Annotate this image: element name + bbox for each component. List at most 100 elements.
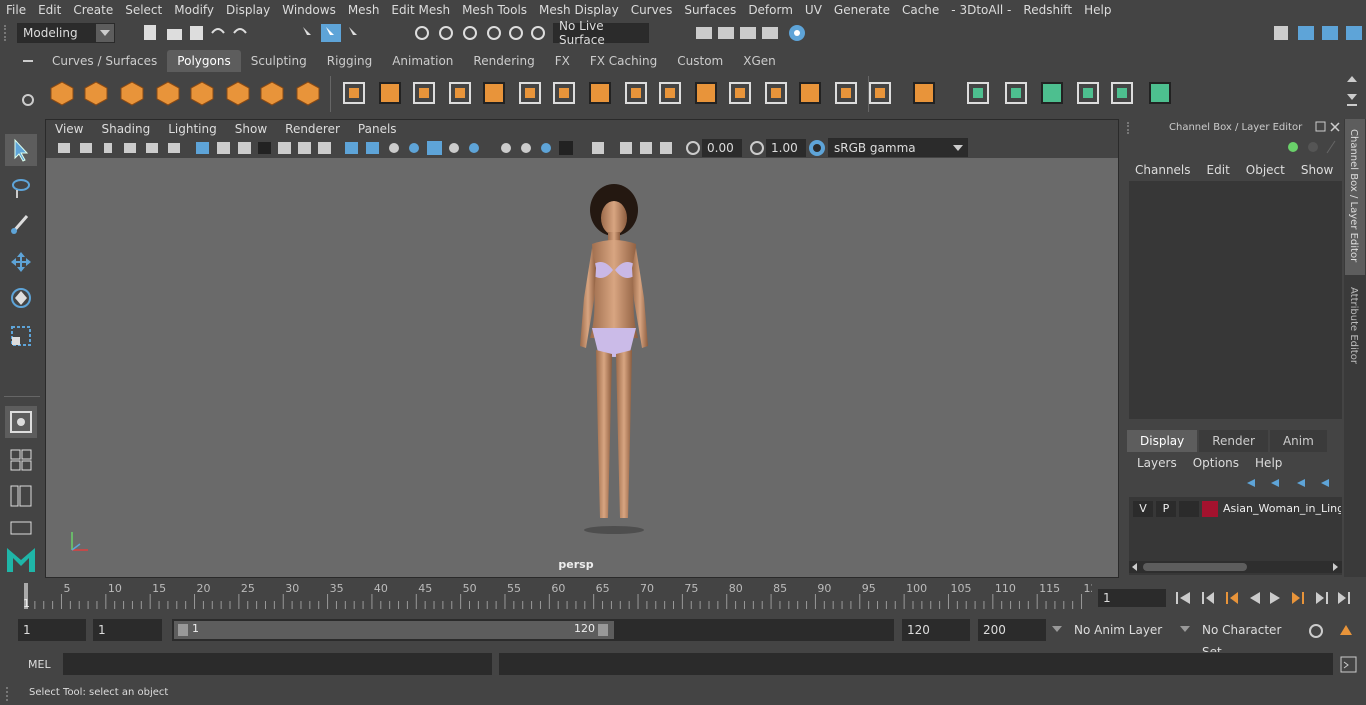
menu-modify[interactable]: Modify [168,3,220,17]
insert-edge-loop-icon[interactable] [550,79,578,107]
viewport-menu-view[interactable]: View [46,122,92,136]
channel-menu-show[interactable]: Show [1293,161,1341,179]
lasso-tool-button[interactable] [5,172,37,204]
menu-display[interactable]: Display [220,3,276,17]
menu-edit[interactable]: Edit [32,3,67,17]
viewport-menu-renderer[interactable]: Renderer [276,122,349,136]
menu-mesh[interactable]: Mesh [342,3,386,17]
menu-mesh-display[interactable]: Mesh Display [533,3,625,17]
menu-cache[interactable]: Cache [896,3,945,17]
select-tool-button[interactable] [5,134,37,166]
tab-fx-caching[interactable]: FX Caching [580,50,667,72]
extract-icon[interactable] [410,79,438,107]
channel-menu-object[interactable]: Object [1238,161,1293,179]
move-tool-button[interactable] [5,246,37,278]
cone-icon[interactable] [154,79,182,107]
tab-attribute-editor[interactable]: Attribute Editor [1345,281,1365,381]
append-icon[interactable] [480,79,508,107]
layer-color-swatch[interactable] [1202,501,1218,517]
display-type-toggle[interactable] [1179,501,1199,517]
symmetrize-icon[interactable] [832,79,860,107]
file-toolbar-icons[interactable] [140,23,255,43]
workspace-icons[interactable] [1272,23,1366,43]
rotate-tool-button[interactable] [5,282,37,314]
tab-channel-box-layer-editor[interactable]: Channel Box / Layer Editor [1345,119,1365,275]
merge-icon[interactable] [656,79,684,107]
exposure-field[interactable]: 0.00 [702,139,742,157]
shelf-side-controls[interactable] [18,52,38,116]
menu-redshift[interactable]: Redshift [1017,3,1078,17]
script-editor-icon[interactable] [1340,656,1358,674]
combine-icon[interactable] [340,79,368,107]
start-time-field[interactable]: 1 [18,619,86,641]
time-slider[interactable]: 5 10 15 20 25 30 35 40 45 50 55 60 65 70 75 80 85 90 95 100… [18,581,1092,611]
layer-menu-help[interactable]: Help [1247,453,1290,473]
bridge-edge-icon[interactable] [692,79,720,107]
channel-menu-channels[interactable]: Channels [1127,161,1199,179]
gear-icon[interactable] [18,90,38,110]
viewport-menu-shading[interactable]: Shading [92,122,159,136]
menu-generate[interactable]: Generate [828,3,896,17]
grip-handle[interactable] [4,25,12,41]
panel-window-controls[interactable] [1315,121,1343,133]
playback-start-field[interactable]: 1 [93,619,162,641]
channel-menu-edit[interactable]: Edit [1199,161,1238,179]
color-space-selector[interactable]: sRGB gamma [828,138,968,157]
current-frame-field[interactable]: 1 [1098,589,1166,607]
tab-xgen[interactable]: XGen [733,50,786,72]
reduce-icon[interactable] [910,79,938,107]
chevron-down-icon[interactable] [1052,626,1062,632]
mode-selector[interactable]: Modeling [17,23,115,43]
menu-create[interactable]: Create [67,3,119,17]
playback-end-field[interactable]: 120 [902,619,970,641]
scroll-right-icon[interactable] [1333,563,1338,571]
menu-curves[interactable]: Curves [625,3,679,17]
cylinder-icon[interactable] [118,79,146,107]
perspective-viewport[interactable]: persp [46,158,1118,577]
layer-menu-layers[interactable]: Layers [1129,453,1185,473]
tab-rendering[interactable]: Rendering [463,50,544,72]
uv-planar-icon[interactable] [964,79,992,107]
channel-box-icons[interactable] [1283,139,1339,155]
auto-key-icons[interactable] [1306,621,1362,641]
shelf-scroll-icons[interactable] [1344,74,1360,110]
uv-editor-icon[interactable] [1108,79,1136,107]
extrude-icon[interactable] [622,79,650,107]
plane-icon[interactable] [188,79,216,107]
menu-3dtoall[interactable]: - 3DtoAll - [945,3,1017,17]
range-start-grip[interactable] [178,624,188,636]
viewport-menu-lighting[interactable]: Lighting [159,122,226,136]
menu-help[interactable]: Help [1078,3,1117,17]
tab-anim[interactable]: Anim [1269,430,1327,452]
character-model[interactable] [564,178,664,538]
paint-select-tool-button[interactable] [5,208,37,240]
color-management-icon[interactable] [808,139,826,157]
menu-edit-mesh[interactable]: Edit Mesh [385,3,456,17]
scale-tool-button[interactable] [5,320,37,352]
split-icon[interactable] [726,79,754,107]
playback-controls[interactable] [1174,588,1360,608]
tab-fx[interactable]: FX [545,50,580,72]
grip-handle[interactable] [1127,122,1137,134]
playback-toggle[interactable]: P [1156,501,1176,517]
chevron-down-icon[interactable] [1180,626,1190,632]
tab-display[interactable]: Display [1127,430,1198,452]
viewport-toolbar-icons[interactable] [54,139,694,157]
pyramid-icon[interactable] [258,79,286,107]
viewport-menu-show[interactable]: Show [226,122,276,136]
torus-icon[interactable] [224,79,252,107]
menu-file[interactable]: File [0,3,32,17]
mirror-icon[interactable] [796,79,824,107]
outliner-layout-button[interactable] [5,480,37,512]
target-weld-icon[interactable] [762,79,790,107]
menu-select[interactable]: Select [119,3,168,17]
tab-rigging[interactable]: Rigging [317,50,382,72]
uv-unfold-icon[interactable] [1146,79,1174,107]
menu-uv[interactable]: UV [799,3,828,17]
script-language-label[interactable]: MEL [28,658,51,671]
separate-icon[interactable] [376,79,404,107]
visibility-toggle[interactable]: V [1133,501,1153,517]
channel-box-list[interactable] [1129,181,1342,419]
tab-curves-surfaces[interactable]: Curves / Surfaces [42,50,167,72]
live-surface-field[interactable]: No Live Surface [553,19,649,47]
